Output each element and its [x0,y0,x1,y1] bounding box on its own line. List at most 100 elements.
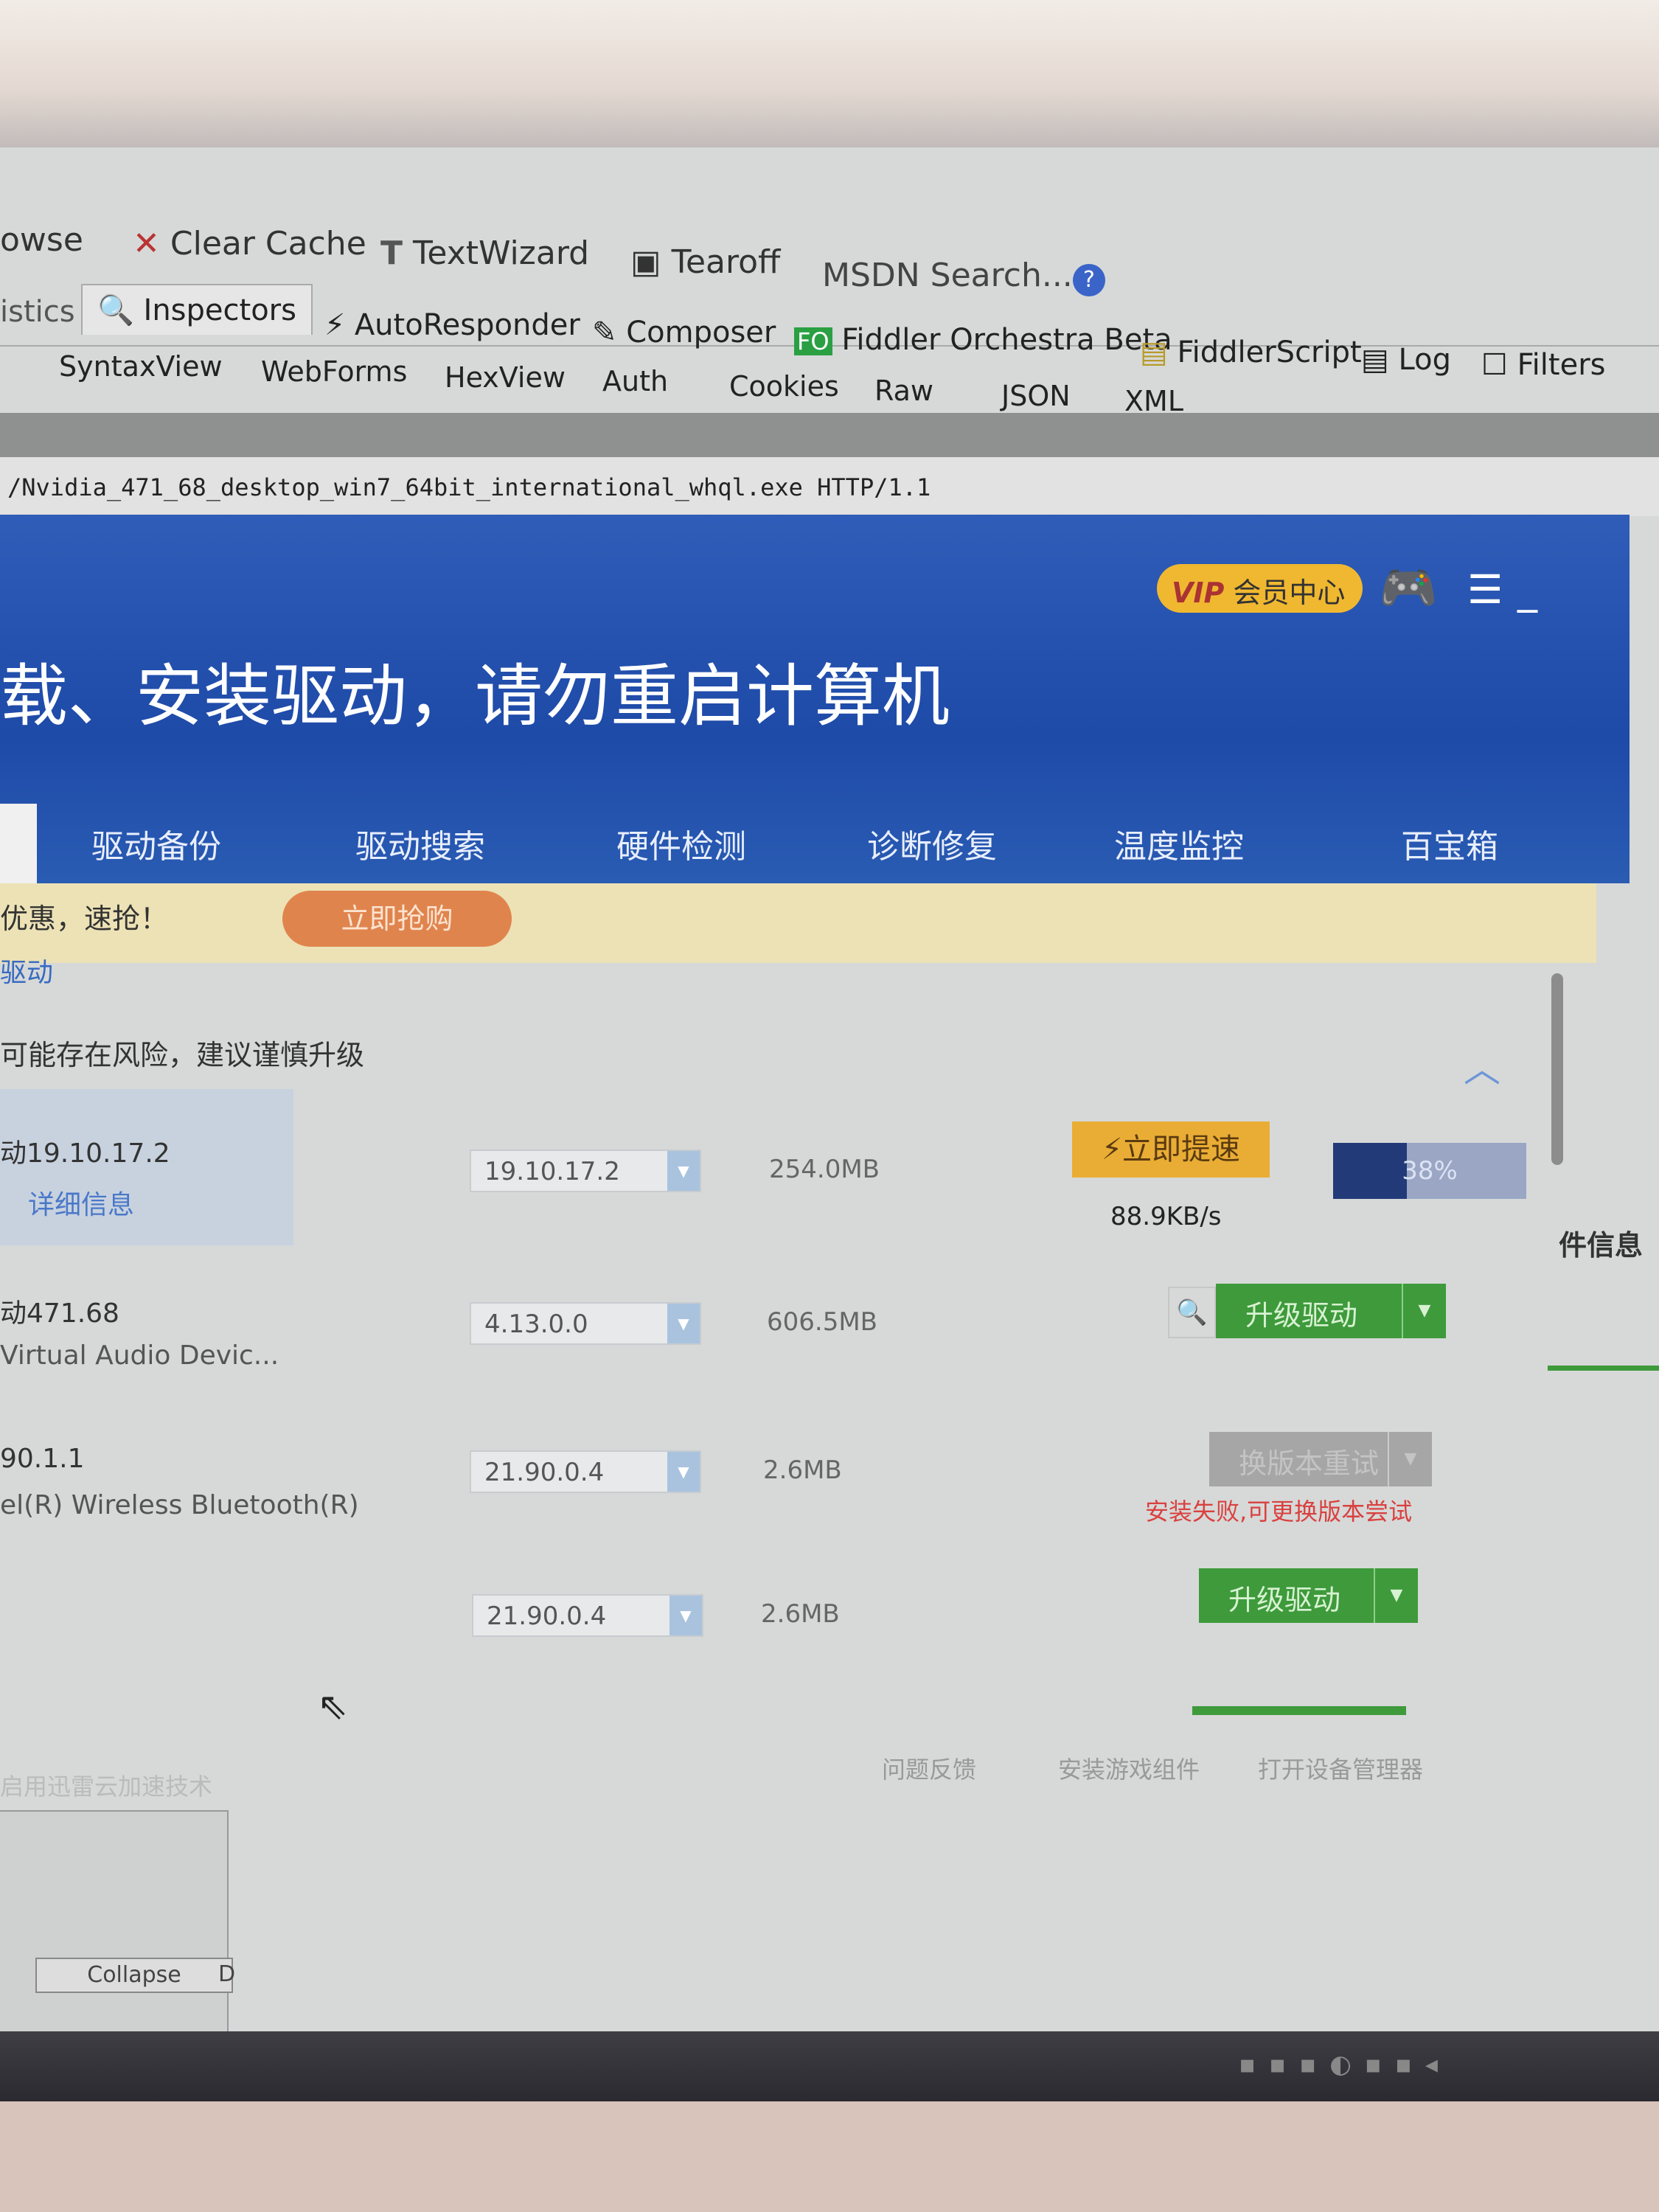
script-icon: ▤ [1140,335,1168,369]
browse-menu[interactable]: owse [0,221,83,259]
tab-label: FiddlerScript [1177,335,1362,369]
vip-label: 会员中心 [1233,577,1346,609]
subtab-auth[interactable]: Auth [602,365,668,397]
tearoff-icon: ▣ [630,243,661,281]
chevron-down-icon: ▼ [667,1452,700,1492]
tab-label: Log [1398,343,1451,377]
fo-icon: FO [794,327,832,355]
tab-fiddlerscript[interactable]: ▤ FiddlerScript [1140,335,1362,369]
clear-cache-button[interactable]: ✕ Clear Cache [133,225,366,262]
tab-composer[interactable]: ✎ Composer [592,316,776,349]
caret-down-icon[interactable]: ▼ [1388,1432,1432,1486]
tab-inspectors[interactable]: 🔍 Inspectors [81,284,313,335]
nav-hardware-check[interactable]: 硬件检测 [616,820,746,867]
tearoff-label: Tearoff [671,243,781,281]
driver-name: 动19.10.17.2 [0,1138,170,1169]
lightning-icon: ⚡ [324,308,346,342]
risk-warning: 可能存在风险，建议谨慎升级 [0,1039,365,1071]
inspectors-icon: 🔍 [97,293,134,327]
version-value: 19.10.17.2 [484,1157,620,1186]
subtab-raw[interactable]: Raw [874,375,933,407]
nav-diagnose-repair[interactable]: 诊断修复 [867,820,997,867]
upgrade-driver-button[interactable]: 升级驱动 ▼ [1216,1284,1446,1338]
progress-line [1192,1706,1406,1715]
nav-driver-backup[interactable]: 驱动备份 [91,820,221,867]
text-wizard-icon: T [380,234,403,272]
subtab-webforms[interactable]: WebForms [261,355,407,388]
retry-version-button[interactable]: 换版本重试 ▼ [1209,1432,1432,1486]
search-icon[interactable]: 🔍 [1168,1287,1216,1338]
tab-statistics[interactable]: istics [0,295,75,329]
menu-icon[interactable]: ☰ [1467,566,1503,613]
nav-temperature[interactable]: 温度监控 [1114,820,1244,867]
tab-label: AutoResponder [354,308,580,342]
file-size: 2.6MB [761,1599,840,1629]
vip-crown-icon: VIP [1172,577,1225,609]
feedback-link[interactable]: 问题反馈 [882,1751,976,1785]
help-icon[interactable]: ? [1073,264,1105,296]
section-label: 驱动 [0,958,54,988]
speed-up-button[interactable]: ⚡立即提速 [1072,1121,1270,1178]
version-dropdown[interactable]: 19.10.17.2 ▼ [470,1150,701,1192]
clear-cache-label: Clear Cache [170,225,366,262]
device-name: el(R) Wireless Bluetooth(R) [0,1490,359,1520]
scrollbar[interactable] [1551,973,1563,1165]
tab-label: Fiddler Orchestra Beta [841,323,1172,357]
tab-label: Filters [1517,348,1606,382]
file-size: 2.6MB [763,1455,842,1485]
minimize-icon[interactable]: _ [1517,566,1537,613]
caret-down-icon[interactable]: ▼ [1374,1568,1418,1623]
details-link[interactable]: 详细信息 [28,1183,134,1222]
fiddler-bottom-panel [0,1810,229,2031]
chevron-up-icon[interactable]: ︿ [1464,1040,1500,1093]
tab-fiddler-orchestra[interactable]: FO Fiddler Orchestra Beta [794,323,1172,357]
version-dropdown[interactable]: 21.90.0.4 ▼ [472,1594,703,1637]
progress-label: 38% [1402,1156,1458,1186]
retry-label: 换版本重试 [1239,1447,1380,1480]
msdn-search-input[interactable]: MSDN Search... [822,257,1073,294]
log-icon: ▤ [1361,343,1389,377]
driver-name: 动471.68 [0,1298,119,1329]
subtab-syntaxview[interactable]: SyntaxView [59,350,223,383]
chevron-down-icon: ▼ [669,1596,702,1635]
caret-down-icon[interactable]: ▼ [1402,1284,1446,1338]
tab-filters[interactable]: ☐ Filters [1481,348,1605,382]
buy-now-button[interactable]: 立即抢购 [282,891,512,947]
upgrade-label: 升级驱动 [1245,1299,1358,1332]
chevron-down-icon: ▼ [667,1151,700,1191]
tab-label: Composer [626,316,776,349]
gamepad-icon[interactable]: 🎮 [1379,560,1438,616]
textwizard-button[interactable]: T TextWizard [380,234,589,272]
green-indicator [1548,1366,1659,1371]
clear-cache-icon: ✕ [133,225,160,262]
tab-autoresponder[interactable]: ⚡ AutoResponder [324,308,580,342]
download-speed: 88.9KB/s [1110,1202,1222,1231]
subtab-json[interactable]: JSON [1001,380,1071,412]
version-value: 4.13.0.0 [484,1310,588,1339]
tearoff-button[interactable]: ▣ Tearoff [630,243,780,281]
version-dropdown[interactable]: 21.90.0.4 ▼ [470,1450,701,1493]
speed-up-label: 立即提速 [1122,1133,1241,1166]
tab-log[interactable]: ▤ Log [1361,343,1451,377]
subtab-hexview[interactable]: HexView [445,361,566,394]
page-title: 载、安装驱动，请勿重启计算机 [0,657,950,736]
tray-icons: ▪▪▪◐▪▪◂ [1239,2050,1451,2079]
nav-active-tab[interactable] [0,804,37,883]
collapse-button[interactable]: Collapse [35,1958,233,1993]
vip-center-button[interactable]: VIP 会员中心 [1157,564,1363,613]
install-game-components-link[interactable]: 安装游戏组件 [1058,1751,1200,1785]
splitter-bar[interactable] [0,413,1659,457]
version-value: 21.90.0.4 [484,1458,605,1487]
install-error-text: 安装失败,可更换版本尝试 [1145,1498,1413,1526]
nav-driver-search[interactable]: 驱动搜索 [355,820,485,867]
upgrade-driver-button[interactable]: 升级驱动 ▼ [1199,1568,1418,1623]
open-device-manager-link[interactable]: 打开设备管理器 [1258,1751,1423,1785]
nav-toolbox[interactable]: 百宝箱 [1401,820,1498,867]
upgrade-label: 升级驱动 [1228,1584,1341,1616]
subtab-cookies[interactable]: Cookies [729,370,839,403]
tab-label: Inspectors [143,293,296,327]
version-dropdown[interactable]: 4.13.0.0 ▼ [470,1302,701,1345]
promo-text: 优惠，速抢！ [0,902,169,935]
textwizard-label: TextWizard [413,234,590,272]
request-line: /Nvidia_471_68_desktop_win7_64bit_intern… [0,457,1659,516]
